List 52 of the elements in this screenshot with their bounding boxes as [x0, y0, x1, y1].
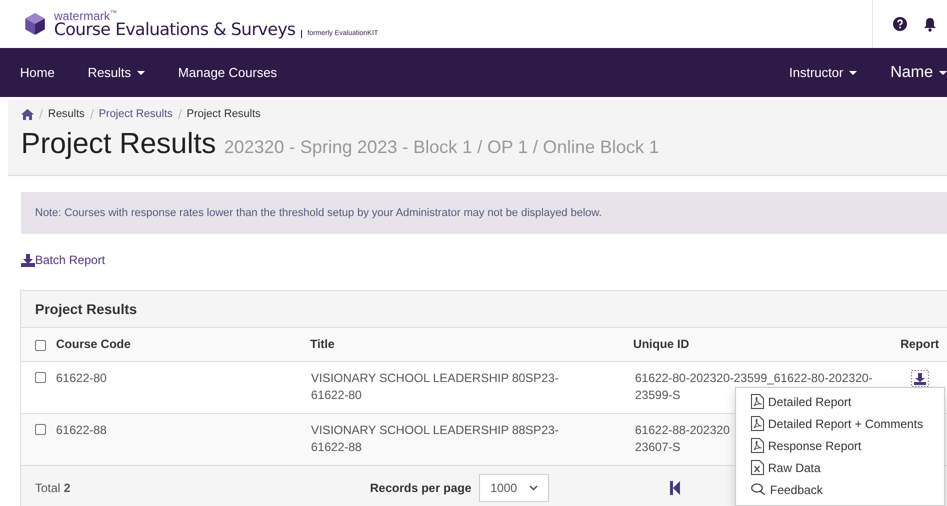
note-banner: Note: Courses with response rates lower than the threshold setup by your Administrator may not be displayed below.	[21, 192, 947, 234]
pdf-file-icon	[751, 394, 764, 409]
table-cell-text: 23607-S	[635, 439, 680, 456]
panel-title: Project Results	[35, 301, 137, 317]
nav-link[interactable]: Manage Courses	[158, 65, 290, 80]
help-icon[interactable]	[893, 17, 907, 31]
nav-link[interactable]: Instructor	[769, 65, 870, 80]
breadcrumb-link[interactable]: Project Results	[98, 108, 173, 120]
brand-name: watermark$^{™}$	[54, 10, 118, 22]
row-checkbox[interactable]	[35, 372, 46, 383]
records-per-page-label: Records per page	[370, 481, 472, 496]
bell-icon[interactable]	[923, 16, 937, 32]
total-count: Total 2	[35, 481, 72, 496]
download-icon[interactable]	[911, 370, 929, 388]
menu-item[interactable]: Response Report	[751, 436, 944, 455]
table-cell-text: 61622-80	[56, 370, 107, 387]
product-name: Course Evaluations & Surveys	[54, 22, 296, 38]
download-icon	[21, 254, 35, 266]
menu-item[interactable]: Feedback	[751, 480, 944, 499]
table-cell-text: 61622-80-202320-23599_61622-80-202320-	[635, 370, 873, 387]
column-header[interactable]: Title	[310, 336, 335, 351]
menu-item[interactable]: Detailed Report	[751, 392, 944, 411]
table-cell-text: 23599-S	[635, 387, 680, 404]
spreadsheet-file-icon	[751, 460, 764, 475]
table-cell: VISIONARY SCHOOL LEADERSHIP 88SP23-61622-88	[311, 422, 559, 454]
breadcrumb-link[interactable]: Results	[48, 108, 85, 120]
table-cell: VISIONARY SCHOOL LEADERSHIP 80SP23-61622-80	[311, 371, 559, 402]
select-all-checkbox[interactable]	[35, 340, 46, 351]
nav-link[interactable]: Home	[0, 65, 68, 80]
records-per-page-select[interactable]: 1000	[479, 474, 550, 502]
page-title: Project Results	[21, 128, 216, 160]
column-header[interactable]: Course Code	[56, 336, 131, 354]
nav-link[interactable]: Name	[870, 64, 947, 82]
column-header[interactable]: Unique ID	[633, 336, 690, 351]
home-icon[interactable]	[21, 108, 34, 120]
table-cell-text: 61622-88-202320	[635, 422, 730, 439]
nav-link[interactable]: Results	[68, 65, 158, 80]
breadcrumb-separator	[178, 109, 182, 119]
row-checkbox[interactable]	[35, 424, 46, 435]
column-header[interactable]: Report	[900, 336, 939, 351]
batch-report-link[interactable]: Batch Report	[21, 253, 106, 267]
chevron-down-icon	[529, 485, 538, 492]
breadcrumb-link[interactable]: Project Results	[186, 108, 261, 120]
page-subtitle: 202320 - Spring 2023 - Block 1 / OP 1 / Online Block 1	[224, 137, 659, 157]
table-cell-text: 61622-88	[56, 422, 107, 439]
menu-item[interactable]: Detailed Report + Comments	[751, 414, 944, 433]
breadcrumb-separator	[90, 109, 94, 119]
pdf-file-icon	[751, 416, 764, 431]
breadcrumb-separator	[39, 109, 43, 119]
menu-item[interactable]: Raw Data	[751, 458, 944, 477]
pdf-file-icon	[751, 438, 764, 453]
first-page-icon[interactable]	[670, 481, 680, 496]
